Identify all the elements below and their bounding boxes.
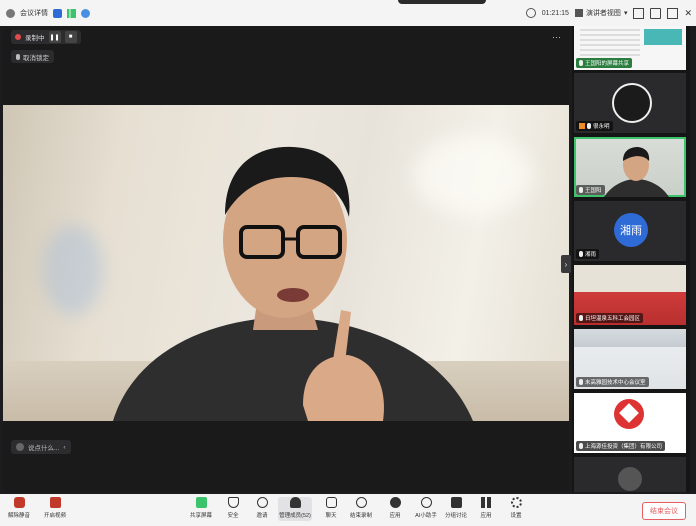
chevron-down-icon: ▾: [623, 10, 628, 17]
mic-icon: [579, 60, 583, 66]
security-button[interactable]: 安全: [220, 497, 246, 519]
chevron-left-icon[interactable]: ‹: [63, 444, 65, 451]
window-notch: [398, 0, 486, 4]
network-icon[interactable]: [81, 8, 90, 18]
minimize-icon[interactable]: [650, 7, 662, 19]
security-icon: [227, 497, 239, 508]
main-speaker-area: 录制中 ❚❚ ■ 取消锁定 ··· 说点什么... ‹: [3, 26, 569, 492]
mic-icon: [579, 443, 583, 449]
cancel-lock-button[interactable]: 取消锁定: [11, 50, 54, 63]
recording-indicator: 录制中 ❚❚ ■: [11, 30, 81, 44]
stop-recording-toolbar-button[interactable]: 结束录制: [348, 497, 374, 519]
chat-button[interactable]: 聊天: [318, 497, 344, 519]
close-icon[interactable]: ✕: [684, 8, 692, 19]
participant-tile[interactable]: 湘雨 湘雨: [574, 201, 686, 261]
ai-assistant-icon: [420, 497, 432, 508]
mic-muted-icon: [13, 497, 25, 508]
pause-recording-button[interactable]: ❚❚: [48, 31, 61, 43]
mic-icon: [579, 187, 583, 193]
title-bar: 会议详情 01:21:15 演讲者视图 ▾ ✕: [0, 0, 696, 26]
avatar: [618, 467, 642, 491]
settings-button[interactable]: 设置: [503, 497, 529, 519]
shield-icon[interactable]: [53, 8, 62, 18]
mic-icon: [16, 53, 20, 60]
apps2-icon: [480, 497, 492, 508]
settings-icon: [510, 497, 522, 508]
apps-button[interactable]: 应用: [382, 497, 408, 519]
participant-tile-screen-share[interactable]: 王国阳的屏幕共享: [574, 26, 686, 70]
fullscreen-icon[interactable]: [633, 7, 645, 19]
invite-button[interactable]: 邀请: [249, 497, 275, 519]
members-icon: [289, 497, 301, 508]
host-icon: [579, 123, 585, 129]
timer-icon: [525, 8, 536, 18]
speaker-video: [3, 105, 569, 421]
grid-icon: [574, 9, 583, 17]
record-icon: [355, 497, 367, 508]
more-options-icon[interactable]: ···: [552, 32, 561, 42]
participant-tile-active[interactable]: 王国阳: [574, 137, 686, 197]
share-screen-icon: [195, 497, 207, 508]
mic-icon: [579, 251, 583, 257]
participant-tile[interactable]: 很永明: [574, 73, 686, 133]
camera-off-icon: [49, 497, 61, 508]
invite-icon: [256, 497, 268, 508]
mic-icon: [579, 315, 583, 321]
record-dot-icon: [15, 34, 21, 40]
meeting-toolbar: 解除静音 开启视频 共享屏幕 安全 邀请 管理成员(52) 聊天 结束录制 应用…: [0, 494, 696, 526]
chat-quick-input[interactable]: 说点什么... ‹: [11, 440, 71, 454]
participant-sidebar: 王国阳的屏幕共享 很永明 王国阳 湘雨 湘雨 日坦温泉五科工会园区 未高雅园技术…: [572, 26, 690, 492]
company-logo: [614, 399, 644, 429]
ai-assistant-button[interactable]: AI小助手: [413, 497, 439, 519]
apps-icon: [389, 497, 401, 508]
chat-icon: [325, 497, 337, 508]
maximize-icon[interactable]: [667, 7, 679, 19]
participant-tile[interactable]: 日坦温泉五科工会园区: [574, 265, 686, 325]
mic-icon: [579, 379, 583, 385]
meeting-timer: 01:21:15: [541, 9, 569, 17]
start-video-button[interactable]: 开启视频: [42, 497, 68, 519]
avatar: [612, 83, 652, 123]
view-switch-button[interactable]: 演讲者视图 ▾: [574, 8, 628, 18]
share-screen-button[interactable]: 共享屏幕: [188, 497, 214, 519]
manage-members-button[interactable]: 管理成员(52): [278, 497, 312, 521]
meeting-info[interactable]: 会议详情: [20, 8, 48, 18]
unmute-button[interactable]: 解除静音: [6, 497, 32, 519]
collapse-sidebar-button[interactable]: ›: [561, 255, 571, 273]
participant-tile[interactable]: 未高雅园技术中心会议室: [574, 329, 686, 389]
emoji-icon: [16, 443, 24, 451]
apps2-button[interactable]: 应用: [473, 497, 499, 519]
participant-tile[interactable]: 上海源佳投资（集团）有限公司: [574, 393, 686, 453]
mic-icon: [587, 123, 591, 129]
end-meeting-button[interactable]: 结束会议: [642, 502, 686, 520]
stop-recording-button[interactable]: ■: [64, 31, 77, 43]
info-icon[interactable]: [6, 8, 15, 18]
breakout-button[interactable]: 分组讨论: [443, 497, 469, 519]
participant-tile[interactable]: [574, 457, 686, 492]
breakout-icon: [450, 497, 462, 508]
signal-icon[interactable]: [67, 8, 76, 18]
avatar: 湘雨: [614, 213, 648, 247]
speaker-figure: [113, 146, 473, 421]
